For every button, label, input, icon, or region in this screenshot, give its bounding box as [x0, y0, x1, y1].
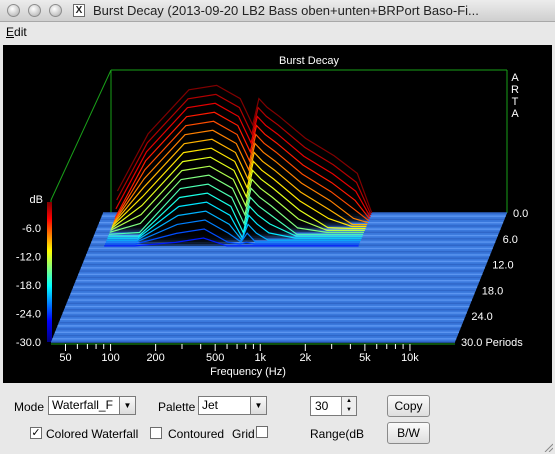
mode-select-value: Waterfall_F — [52, 398, 113, 412]
x-tick-label: 200 — [146, 352, 164, 364]
menu-edit[interactable]: Edit — [6, 25, 27, 39]
z-tick-label: 0.0 — [513, 208, 528, 220]
chart-title: Burst Decay — [279, 55, 339, 67]
z-tick-label: 12.0 — [492, 260, 513, 272]
zoom-window-button[interactable] — [49, 4, 62, 17]
y-tick-label: -24.0 — [16, 309, 41, 321]
copy-button[interactable]: Copy — [387, 395, 430, 417]
palette-label: Palette — [158, 400, 196, 414]
arta-logo-letter: A — [511, 72, 519, 84]
spin-down-icon[interactable]: ▼ — [341, 406, 356, 415]
resize-grip-icon[interactable] — [543, 442, 553, 452]
spin-up-icon[interactable]: ▲ — [341, 397, 356, 406]
menu-bar: Edit — [0, 22, 555, 42]
y-tick-label: -30.0 — [16, 337, 41, 349]
color-scale-bar — [47, 202, 52, 342]
x-tick-label: 500 — [206, 352, 224, 364]
arta-logo-letter: R — [511, 84, 519, 96]
contoured-label: Contoured — [168, 427, 225, 441]
x-axis-title: Frequency (Hz) — [210, 366, 286, 378]
x-tick-label: 1k — [254, 352, 266, 364]
chevron-down-icon: ▼ — [119, 397, 135, 414]
x-tick-label: 100 — [101, 352, 119, 364]
y-tick-label: -18.0 — [16, 280, 41, 292]
y-tick-label: -12.0 — [16, 252, 41, 264]
x-tick-label: 2k — [300, 352, 312, 364]
colored-waterfall-checkbox[interactable]: ✓ — [30, 427, 42, 439]
arta-logo-letter: A — [511, 108, 519, 120]
title-bar: X Burst Decay (2013-09-20 LB2 Bass oben+… — [0, 0, 555, 22]
palette-select[interactable]: Jet ▼ — [198, 396, 267, 415]
chevron-down-icon: ▼ — [250, 397, 266, 414]
x11-app-icon: X — [73, 4, 85, 17]
x-tick-label: 50 — [59, 352, 71, 364]
minimize-window-button[interactable] — [28, 4, 41, 17]
close-window-button[interactable] — [7, 4, 20, 17]
bw-button[interactable]: B/W — [387, 422, 430, 444]
z-tick-label: 6.0 — [503, 234, 518, 246]
y-axis-title: dB — [30, 194, 43, 206]
waterfall-chart: Burst Decay ARTA -6.0 -12.0 -18.0 -24.0 -30.… — [3, 45, 552, 383]
window-title: Burst Decay (2013-09-20 LB2 Bass oben+un… — [93, 3, 479, 18]
x-tick-label: 5k — [359, 352, 371, 364]
mode-select[interactable]: Waterfall_F ▼ — [48, 396, 136, 415]
y-tick-label: -6.0 — [22, 223, 41, 235]
arta-logo: ARTA — [511, 72, 519, 120]
z-tick-label: 18.0 — [482, 285, 503, 297]
z-tick-label: 30.0 Periods — [461, 337, 523, 349]
range-value: 30 — [315, 399, 329, 413]
x-tick-label: 10k — [401, 352, 419, 364]
z-tick-label: 24.0 — [471, 311, 492, 323]
grid-label: Grid — [232, 427, 255, 441]
contoured-checkbox[interactable] — [150, 427, 162, 439]
grid-checkbox[interactable] — [256, 426, 268, 438]
colored-waterfall-label: Colored Waterfall — [46, 427, 139, 441]
mode-label: Mode — [14, 400, 45, 414]
range-label: Range(dB — [310, 427, 365, 441]
menu-edit-label: dit — [14, 25, 27, 39]
palette-select-value: Jet — [202, 398, 219, 412]
menu-edit-mnemonic: E — [6, 25, 15, 39]
range-spinner[interactable]: 30 ▲ ▼ — [310, 396, 357, 416]
arta-logo-letter: T — [512, 96, 519, 108]
